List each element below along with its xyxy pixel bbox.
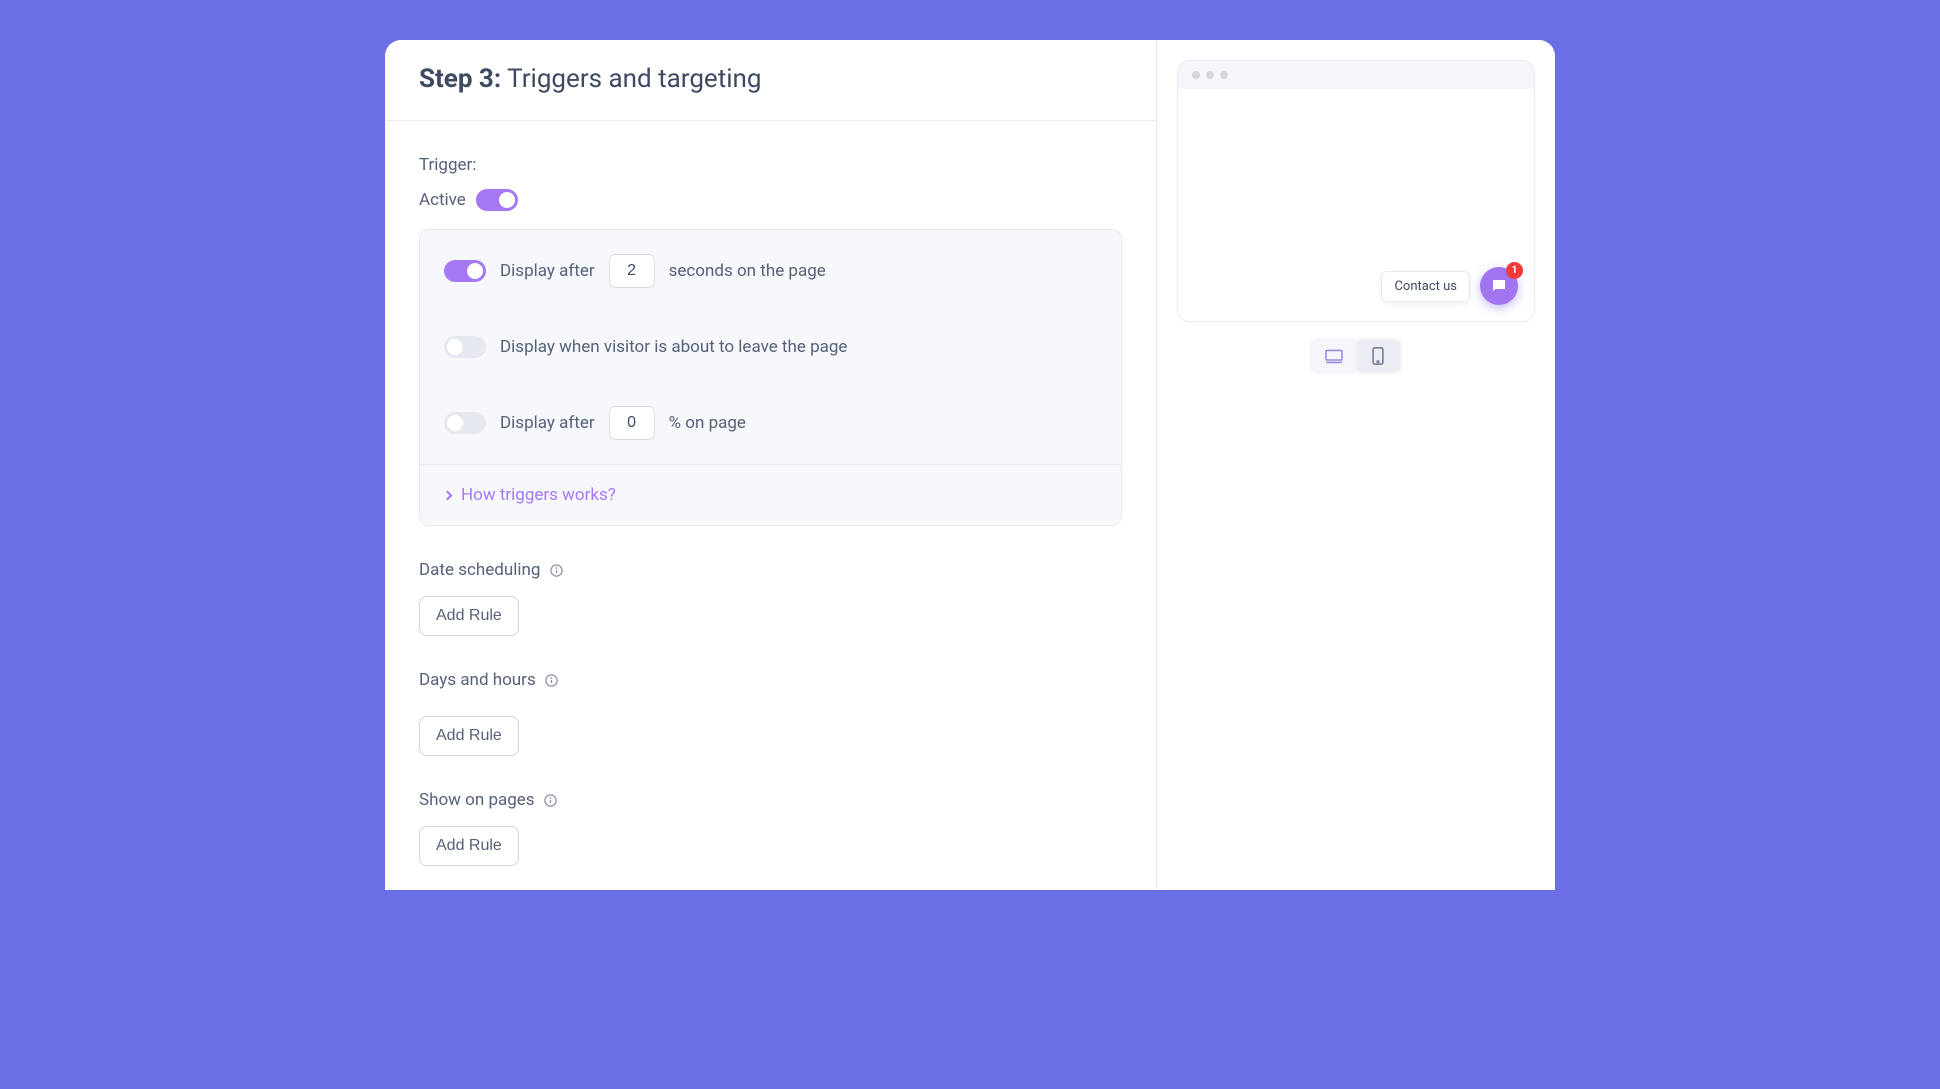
device-switch bbox=[1177, 338, 1535, 374]
active-toggle[interactable] bbox=[476, 189, 518, 211]
triggers-panel: Display after seconds on the page Displa… bbox=[419, 229, 1122, 526]
trigger-row-exit: Display when visitor is about to leave t… bbox=[420, 312, 1121, 382]
section-show-pages: Show on pages Add Rule bbox=[419, 790, 1122, 866]
trigger-scroll-input[interactable] bbox=[609, 406, 655, 440]
how-triggers-link[interactable]: How triggers works? bbox=[420, 464, 1121, 525]
trigger-scroll-before: Display after bbox=[500, 413, 595, 433]
preview-body: Contact us 1 bbox=[1178, 89, 1534, 321]
preview-column: Contact us 1 bbox=[1157, 40, 1555, 890]
chat-badge: 1 bbox=[1506, 262, 1523, 279]
section-date-scheduling: Date scheduling Add Rule bbox=[419, 560, 1122, 636]
window-dot-icon bbox=[1206, 71, 1214, 79]
trigger-seconds-before: Display after bbox=[500, 261, 595, 281]
info-icon[interactable] bbox=[548, 562, 564, 578]
chat-widget: Contact us 1 bbox=[1381, 267, 1518, 305]
page-title: Step 3: Triggers and targeting bbox=[419, 64, 1122, 94]
show-pages-label-row: Show on pages bbox=[419, 790, 1122, 810]
chevron-right-icon bbox=[443, 490, 453, 500]
trigger-exit-toggle[interactable] bbox=[444, 336, 486, 358]
trigger-row-scroll: Display after % on page bbox=[420, 382, 1121, 464]
contact-us-pill[interactable]: Contact us bbox=[1381, 271, 1470, 302]
desktop-view-button[interactable] bbox=[1312, 340, 1356, 372]
how-triggers-text: How triggers works? bbox=[461, 485, 616, 505]
trigger-seconds-input[interactable] bbox=[609, 254, 655, 288]
content-area: Trigger: Active Display after seconds on… bbox=[385, 121, 1156, 890]
date-scheduling-label-row: Date scheduling bbox=[419, 560, 1122, 580]
main-column: Step 3: Triggers and targeting Trigger: … bbox=[385, 40, 1157, 890]
trigger-row-seconds: Display after seconds on the page bbox=[420, 230, 1121, 312]
trigger-exit-label: Display when visitor is about to leave t… bbox=[500, 337, 847, 357]
trigger-seconds-toggle[interactable] bbox=[444, 260, 486, 282]
step-header: Step 3: Triggers and targeting bbox=[385, 40, 1156, 121]
days-hours-label: Days and hours bbox=[419, 670, 536, 690]
add-rule-button[interactable]: Add Rule bbox=[419, 596, 519, 636]
preview-box: Contact us 1 bbox=[1177, 60, 1535, 322]
info-icon[interactable] bbox=[543, 792, 559, 808]
preview-window-dots bbox=[1178, 61, 1534, 89]
add-rule-button[interactable]: Add Rule bbox=[419, 826, 519, 866]
section-days-hours: Days and hours Add Rule bbox=[419, 670, 1122, 756]
days-hours-label-row: Days and hours bbox=[419, 670, 1122, 690]
step-prefix: Step 3: bbox=[419, 64, 501, 94]
date-scheduling-label: Date scheduling bbox=[419, 560, 540, 580]
active-row: Active bbox=[419, 189, 1122, 211]
show-pages-label: Show on pages bbox=[419, 790, 535, 810]
add-rule-button[interactable]: Add Rule bbox=[419, 716, 519, 756]
window-dot-icon bbox=[1220, 71, 1228, 79]
trigger-seconds-after: seconds on the page bbox=[669, 261, 826, 281]
info-icon[interactable] bbox=[544, 672, 560, 688]
trigger-label: Trigger: bbox=[419, 155, 1122, 175]
step-title: Triggers and targeting bbox=[507, 64, 761, 94]
mobile-view-button[interactable] bbox=[1356, 340, 1400, 372]
chat-button[interactable]: 1 bbox=[1480, 267, 1518, 305]
trigger-scroll-after: % on page bbox=[669, 413, 746, 433]
settings-card: Step 3: Triggers and targeting Trigger: … bbox=[385, 40, 1555, 890]
active-label: Active bbox=[419, 190, 466, 210]
trigger-scroll-toggle[interactable] bbox=[444, 412, 486, 434]
window-dot-icon bbox=[1192, 71, 1200, 79]
